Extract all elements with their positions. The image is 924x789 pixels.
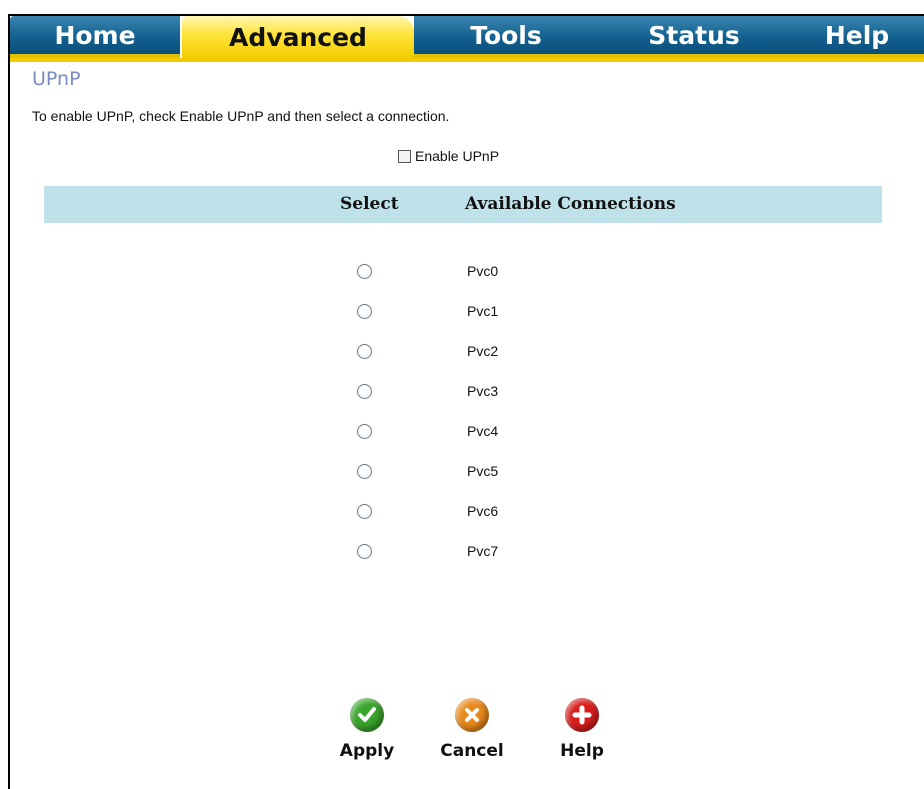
tab-status[interactable]: Status [598,16,790,58]
tab-advanced[interactable]: Advanced [182,16,414,62]
connection-radio[interactable] [357,424,372,439]
intro-text: To enable UPnP, check Enable UPnP and th… [32,108,450,124]
connection-radio[interactable] [357,544,372,559]
table-row: Pvc7 [10,540,910,564]
connection-label: Pvc7 [467,543,499,559]
column-header-connections: Available Connections [465,194,676,214]
table-row: Pvc3 [10,380,910,404]
content-frame: Home Advanced Tools Status Help UPnP To … [8,14,924,789]
table-row: Pvc2 [10,340,910,364]
enable-upnp-checkbox[interactable] [398,149,411,163]
column-header-select: Select [340,194,399,214]
connection-label: Pvc5 [467,463,499,479]
x-icon[interactable] [455,698,489,732]
table-row: Pvc1 [10,300,910,324]
apply-label[interactable]: Apply [340,741,394,761]
connection-radio[interactable] [357,264,372,279]
cancel-label[interactable]: Cancel [440,741,503,761]
apply-button[interactable]: Apply [332,698,402,761]
help-button[interactable]: Help [547,698,617,761]
tab-tools[interactable]: Tools [414,16,598,58]
tab-help[interactable]: Help [790,16,924,58]
enable-upnp-option[interactable]: Enable UPnP [398,148,499,164]
connection-radio[interactable] [357,384,372,399]
table-header [44,186,882,223]
tab-bar: Home Advanced Tools Status Help [10,16,924,66]
connection-label: Pvc3 [467,383,499,399]
table-row: Pvc6 [10,500,910,524]
connection-radio[interactable] [357,464,372,479]
page-title: UPnP [32,68,81,90]
table-row: Pvc4 [10,420,910,444]
connection-label: Pvc6 [467,503,499,519]
table-row: Pvc5 [10,460,910,484]
connection-radio[interactable] [357,304,372,319]
table-row: Pvc0 [10,260,910,284]
enable-upnp-label: Enable UPnP [415,148,500,164]
connection-label: Pvc0 [467,263,499,279]
connection-label: Pvc4 [467,423,499,439]
cancel-button[interactable]: Cancel [437,698,507,761]
tab-underline [10,58,924,62]
check-icon[interactable] [350,698,384,732]
connection-radio[interactable] [357,504,372,519]
tab-home[interactable]: Home [10,16,180,58]
connection-label: Pvc2 [467,343,499,359]
connection-radio[interactable] [357,344,372,359]
help-label[interactable]: Help [560,741,604,761]
plus-icon[interactable] [565,698,599,732]
connection-label: Pvc1 [467,303,499,319]
